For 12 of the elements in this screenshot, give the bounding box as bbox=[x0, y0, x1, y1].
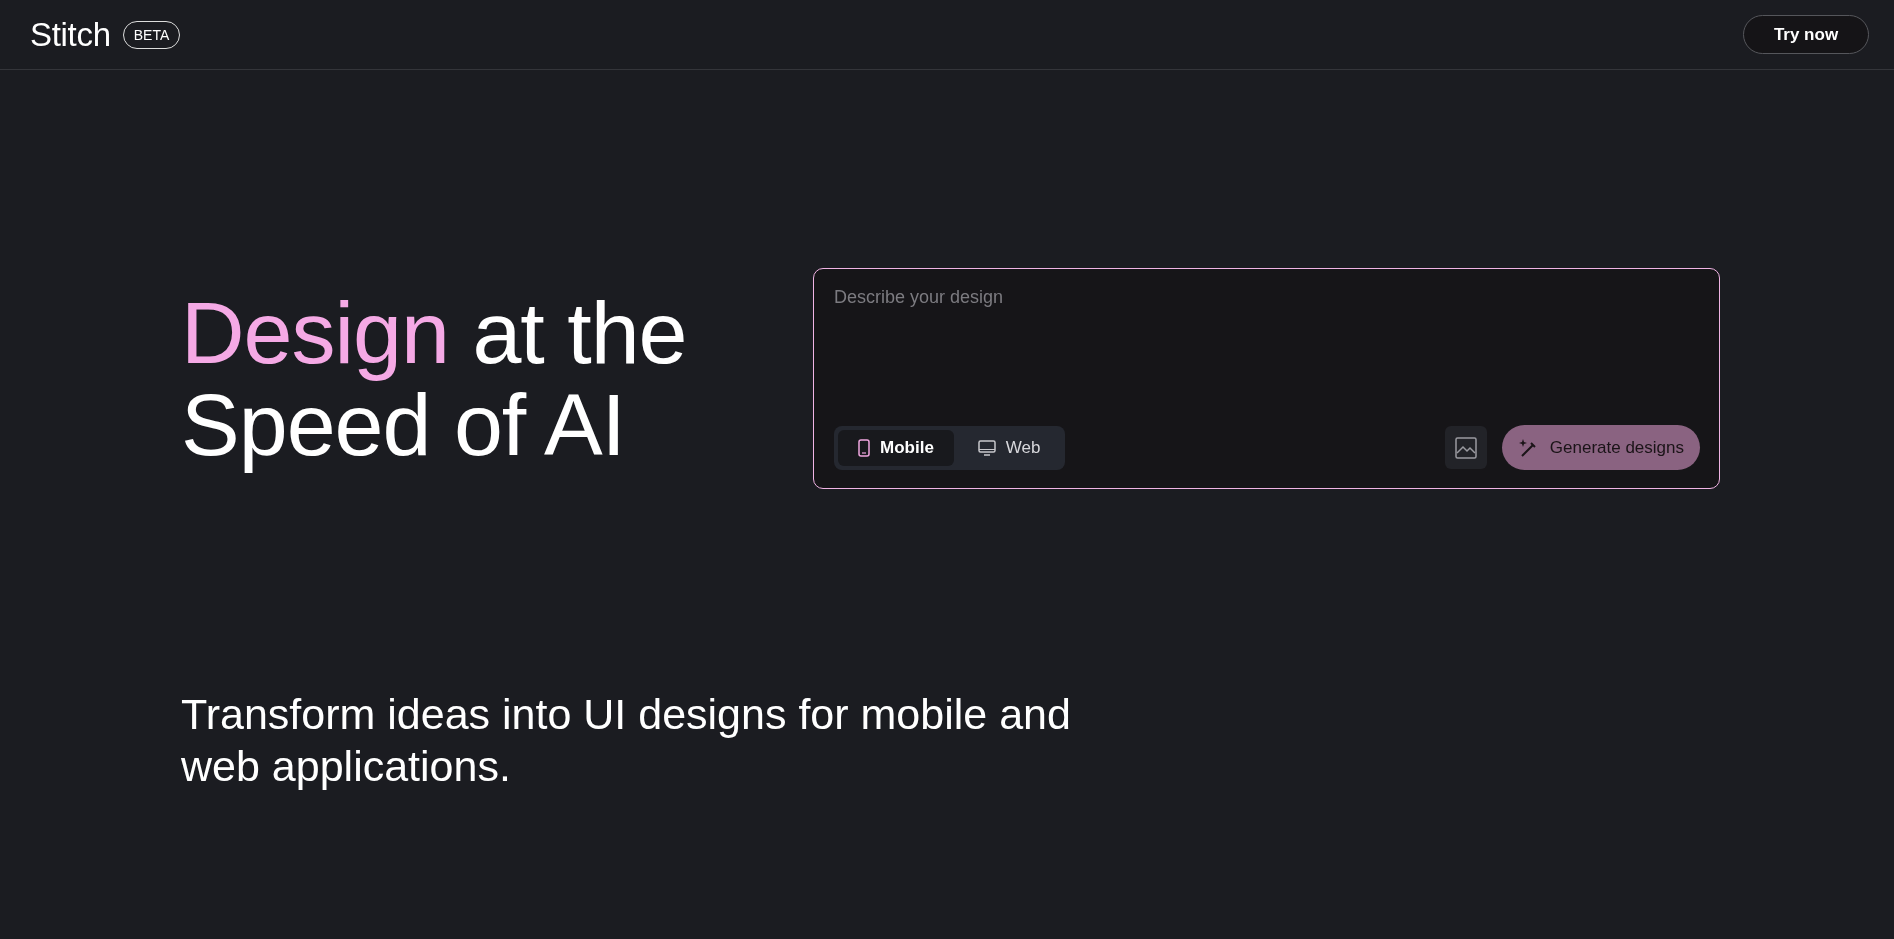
logo-text: Stitch bbox=[30, 15, 111, 54]
headline: Design at the Speed of AI bbox=[181, 286, 688, 471]
subtitle: Transform ideas into UI designs for mobile and web applications. bbox=[181, 689, 1072, 792]
try-now-button[interactable]: Try now bbox=[1743, 15, 1869, 54]
phone-icon bbox=[858, 438, 870, 457]
mode-tab[interactable]: Web bbox=[957, 429, 1061, 466]
prompt-field[interactable]: Describe your design Mobile Web Generate designs bbox=[813, 268, 1720, 489]
generate-designs-button[interactable]: Generate designs bbox=[1501, 425, 1700, 470]
monitor-icon bbox=[977, 439, 996, 456]
image-upload-button[interactable] bbox=[1444, 426, 1487, 469]
mode-tab[interactable]: Mobile bbox=[838, 429, 954, 466]
image-icon bbox=[1454, 436, 1477, 459]
